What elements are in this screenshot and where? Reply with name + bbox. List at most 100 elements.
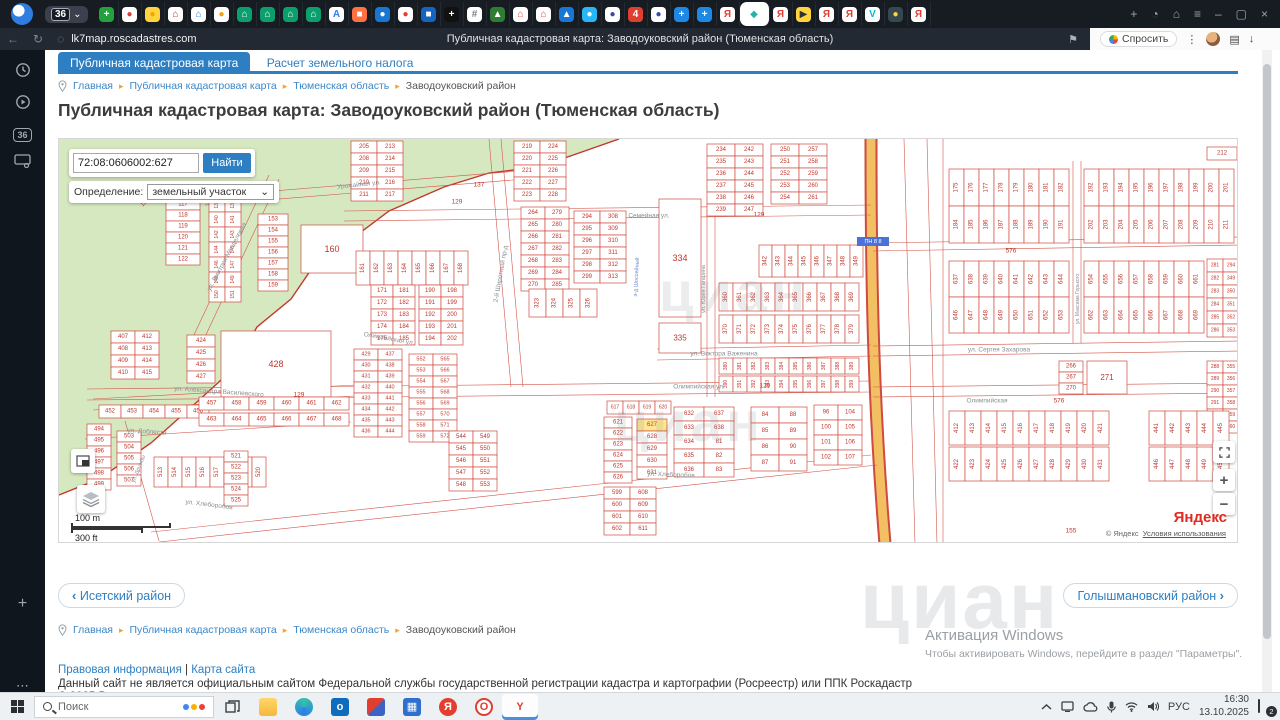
browser-tab[interactable]: ⌂ — [257, 2, 280, 26]
next-district-button[interactable]: Голышмановский район › — [1063, 583, 1238, 608]
zoom-in-button[interactable]: + — [1213, 469, 1235, 491]
file-explorer-icon[interactable] — [250, 694, 286, 720]
volume-icon[interactable] — [1147, 701, 1159, 712]
browser-tab[interactable]: ⌂ — [188, 2, 211, 26]
browser-tab[interactable]: + — [96, 2, 119, 26]
fullscreen-button[interactable] — [1213, 441, 1235, 463]
task-view-button[interactable] — [214, 694, 250, 720]
browser-tab[interactable]: ⌂ — [303, 2, 326, 26]
browser-tab[interactable]: Я — [717, 2, 740, 26]
browser-tab[interactable]: ● — [579, 2, 602, 26]
prev-district-button[interactable]: ‹ Исетский район — [58, 583, 185, 608]
taskbar-search[interactable]: Поиск — [34, 696, 214, 718]
breadcrumb-item[interactable]: Тюменская область — [293, 80, 389, 92]
layers-button[interactable] — [77, 485, 105, 513]
legal-info-link[interactable]: Правовая информация — [58, 664, 182, 676]
browser-tab[interactable]: ⌂ — [533, 2, 556, 26]
notification-center-icon[interactable]: 2 — [1258, 700, 1274, 714]
browser-tab[interactable]: A — [326, 2, 349, 26]
onedrive-icon[interactable] — [1083, 702, 1098, 712]
taskbar-clock[interactable]: 16:3013.10.2025 — [1199, 694, 1249, 719]
sitemap-link[interactable]: Карта сайта — [191, 664, 255, 676]
back-icon[interactable]: ← — [7, 32, 19, 46]
play-circle-icon[interactable] — [0, 94, 45, 113]
browser-tab[interactable]: ▶ — [793, 2, 816, 26]
yandex-browser-icon[interactable]: Я — [430, 694, 466, 720]
browser-tab[interactable]: ● — [372, 2, 395, 26]
minimize-button[interactable]: – — [1215, 7, 1222, 21]
avatar[interactable] — [1206, 32, 1220, 46]
browser-tab[interactable]: Я — [816, 2, 839, 26]
browser-tab[interactable]: ⌂ — [234, 2, 257, 26]
more-icon[interactable]: ⋮ — [1186, 33, 1197, 46]
reload-icon[interactable]: ↻ — [33, 32, 43, 46]
language-indicator[interactable]: РУС — [1168, 701, 1190, 713]
inset-map-button[interactable] — [71, 449, 95, 473]
breadcrumb-item[interactable]: Публичная кадастровая карта — [130, 624, 277, 636]
tabs-counter-icon[interactable]: 36 — [0, 126, 45, 142]
browser-tab[interactable]: ● — [602, 2, 625, 26]
scrollbar[interactable] — [1262, 50, 1272, 692]
map-container[interactable]: 1171181191201211221381391401411421431441… — [58, 138, 1238, 543]
browser-tab[interactable]: ■ — [349, 2, 372, 26]
new-tab-button[interactable]: + — [1130, 7, 1137, 21]
edge-icon[interactable] — [286, 694, 322, 720]
start-button[interactable] — [0, 700, 34, 713]
site-info-icon[interactable]: ◌ — [57, 32, 64, 46]
browser-tab[interactable]: V — [862, 2, 885, 26]
breadcrumb-item[interactable]: Главная — [73, 624, 113, 636]
browser-tab[interactable]: 4 — [625, 2, 648, 26]
microphone-icon[interactable] — [1107, 701, 1116, 713]
bookmarks-panel-icon[interactable]: ⌂ — [1173, 7, 1180, 21]
scrollbar-thumb[interactable] — [1263, 64, 1271, 639]
menu-icon[interactable]: ≡ — [1194, 7, 1201, 21]
history-icon[interactable] — [0, 62, 45, 81]
browser-tab[interactable]: ● — [885, 2, 908, 26]
profile-icon[interactable]: ◔ — [1151, 7, 1158, 21]
bookmark-icon[interactable]: ⚑ — [1068, 33, 1078, 46]
browser-tab[interactable]: ▲ — [556, 2, 579, 26]
browser-tab[interactable]: Я — [770, 2, 793, 26]
search-button[interactable]: Найти — [203, 153, 251, 173]
browser-tab[interactable]: Я — [908, 2, 931, 26]
browser-logo-icon[interactable] — [11, 3, 33, 25]
tab-cadastral-map[interactable]: Публичная кадастровая карта — [58, 52, 250, 73]
browser-tab[interactable]: Я — [839, 2, 862, 26]
calculator-icon[interactable]: ▦ — [394, 694, 430, 720]
filter-select[interactable]: земельный участок⌄ — [147, 184, 274, 200]
yandex-logo[interactable]: Яндекс — [1174, 509, 1227, 526]
browser-tab[interactable]: ■ — [418, 2, 441, 26]
network-icon[interactable] — [1125, 701, 1138, 712]
tray-expand-icon[interactable] — [1041, 703, 1052, 711]
browser-tab[interactable]: + — [671, 2, 694, 26]
terms-link[interactable]: Условия использования — [1143, 529, 1226, 538]
browser-tab[interactable]: ⌂ — [280, 2, 303, 26]
url-text[interactable]: lk7map.roscadastres.com — [71, 33, 196, 45]
virtual-desktop-icon[interactable] — [1061, 701, 1074, 712]
tab-land-tax[interactable]: Расчет земельного налога — [255, 52, 426, 73]
restore-button[interactable]: ▢ — [1236, 7, 1247, 21]
cad-app-icon[interactable] — [358, 694, 394, 720]
browser-tab[interactable]: + — [441, 2, 464, 26]
breadcrumb-item[interactable]: Главная — [73, 80, 113, 92]
tab-group-chip[interactable]: 36 ⌄ — [45, 6, 88, 23]
browser-tab[interactable]: ⌂ — [510, 2, 533, 26]
opera-icon[interactable]: O — [466, 694, 502, 720]
close-button[interactable]: × — [1261, 7, 1268, 21]
search-input[interactable] — [73, 153, 199, 173]
browser-tab[interactable]: ● — [648, 2, 671, 26]
browser-tab[interactable]: ● — [119, 2, 142, 26]
browser-tab[interactable]: ● — [395, 2, 418, 26]
browser-tab[interactable]: # — [464, 2, 487, 26]
downloads-icon[interactable]: ↓ — [1249, 33, 1255, 45]
browser-tab[interactable]: ● — [142, 2, 165, 26]
panels-icon[interactable]: ▤ — [1229, 33, 1239, 46]
outlook-icon[interactable]: o — [322, 694, 358, 720]
breadcrumb-item[interactable]: Публичная кадастровая карта — [130, 80, 277, 92]
browser-tab[interactable]: ● — [211, 2, 234, 26]
breadcrumb-item[interactable]: Тюменская область — [293, 624, 389, 636]
sidebar-add-icon[interactable]: + — [0, 595, 45, 613]
ask-ai-button[interactable]: Спросить — [1100, 31, 1177, 47]
browser-tab[interactable]: + — [694, 2, 717, 26]
screencast-icon[interactable] — [0, 154, 45, 171]
